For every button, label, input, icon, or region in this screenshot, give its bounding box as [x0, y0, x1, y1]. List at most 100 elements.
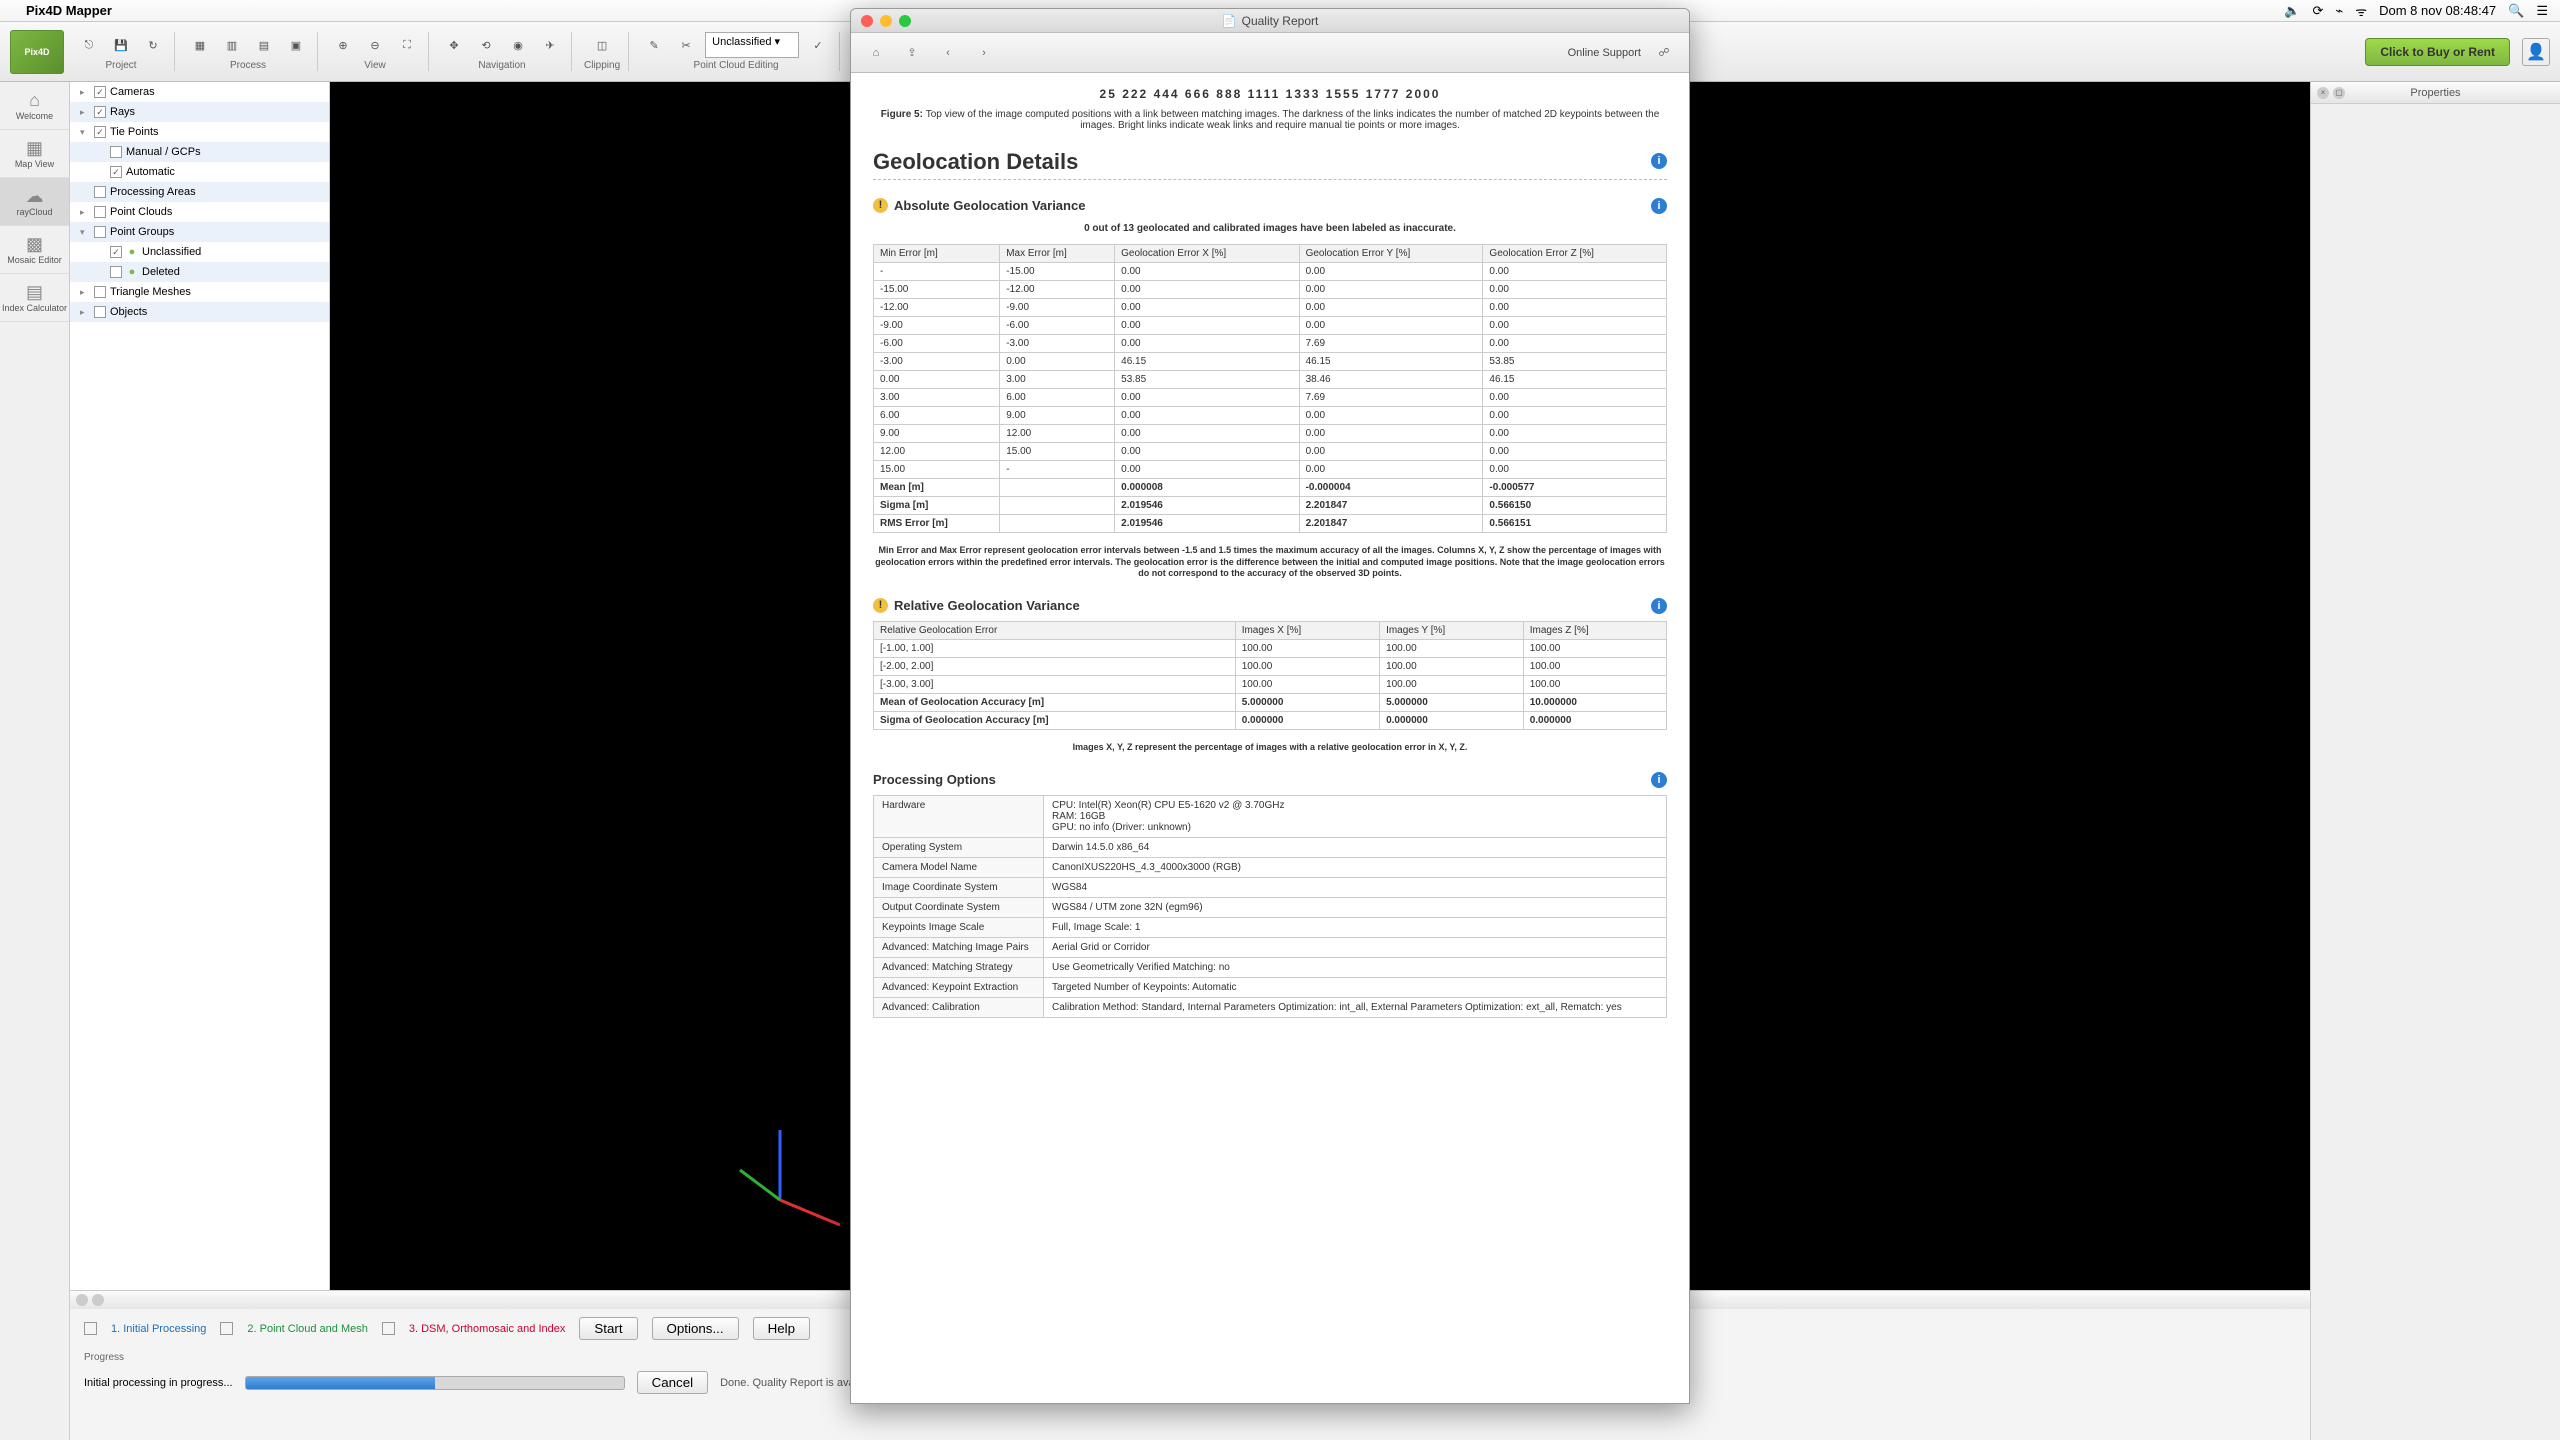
toolgroup-process: ▦ ▥ ▤ ▣ Process: [179, 32, 318, 71]
rail-mosaic[interactable]: ▩Mosaic Editor: [0, 226, 69, 274]
toolgroup-pointcloud: ✎ ✂ Unclassified ▾ ✓ Point Cloud Editing: [633, 32, 840, 71]
tree-item[interactable]: ▸Triangle Meshes: [70, 282, 329, 302]
toolgroup-clipping: ◫ Clipping: [576, 32, 629, 71]
toolgroup-navigation: ✥ ⟲ ◉ ✈ Navigation: [433, 32, 572, 71]
bar-close-icon[interactable]: [76, 1294, 88, 1306]
step2-checkbox[interactable]: [220, 1322, 233, 1335]
relative-footnote: Images X, Y, Z represent the percentage …: [873, 742, 1667, 754]
subsection-relative: !Relative Geolocation Variancei: [873, 598, 1667, 613]
tree-item[interactable]: Processing Areas: [70, 182, 329, 202]
warning-icon: !: [873, 198, 888, 213]
tool-fit-icon[interactable]: ⛶: [394, 32, 420, 58]
volume-icon[interactable]: 🔈: [2284, 3, 2300, 19]
app-name[interactable]: Pix4D Mapper: [26, 3, 112, 18]
progress-bar: [245, 1376, 625, 1390]
panel-close-icon[interactable]: ×: [2317, 87, 2329, 99]
tool-edit1-icon[interactable]: ✎: [641, 32, 667, 58]
report-toolbar: ⌂ ⇪ ‹ › Online Support ☍: [851, 33, 1689, 73]
scale-legend: 25 222 444 666 888 1111 1333 1555 1777 2…: [873, 87, 1667, 101]
tool-clip-icon[interactable]: ◫: [589, 32, 615, 58]
tool-zoomout-icon[interactable]: ⊖: [362, 32, 388, 58]
tree-item[interactable]: Manual / GCPs: [70, 142, 329, 162]
tree-item[interactable]: ✓●Unclassified: [70, 242, 329, 262]
tool-open-icon[interactable]: ⎋: [76, 32, 102, 58]
step3-label[interactable]: 3. DSM, Orthomosaic and Index: [409, 1323, 566, 1335]
rail-mapview[interactable]: ▦Map View: [0, 130, 69, 178]
tool-apply-icon[interactable]: ✓: [805, 32, 831, 58]
back-icon[interactable]: ‹: [935, 40, 961, 66]
section-geolocation: Geolocation Detailsi: [873, 149, 1667, 180]
tool-pan-icon[interactable]: ✥: [441, 32, 467, 58]
app-logo: Pix4D: [10, 30, 64, 74]
online-support-link[interactable]: Online Support: [1568, 47, 1641, 59]
start-button[interactable]: Start: [579, 1317, 637, 1340]
relative-variance-table: Relative Geolocation ErrorImages X [%]Im…: [873, 621, 1667, 730]
properties-header: ×▢ Properties: [2311, 82, 2560, 104]
panel-detach-icon[interactable]: ▢: [2333, 87, 2345, 99]
absolute-variance-table: Min Error [m]Max Error [m]Geolocation Er…: [873, 244, 1667, 533]
step3-checkbox[interactable]: [382, 1322, 395, 1335]
bar-detach-icon[interactable]: [92, 1294, 104, 1306]
processing-options-table: HardwareCPU: Intel(R) Xeon(R) CPU E5-162…: [873, 795, 1667, 1018]
tree-item[interactable]: ▾✓Tie Points: [70, 122, 329, 142]
properties-panel: ×▢ Properties: [2310, 82, 2560, 1440]
figure5-caption: Figure 5: Top view of the image computed…: [873, 109, 1667, 131]
tool-process3-icon[interactable]: ▤: [251, 32, 277, 58]
forward-icon[interactable]: ›: [971, 40, 997, 66]
absolute-note: 0 out of 13 geolocated and calibrated im…: [873, 223, 1667, 234]
menu-icon[interactable]: ☰: [2536, 3, 2548, 19]
buy-rent-button[interactable]: Click to Buy or Rent: [2365, 38, 2510, 66]
options-button[interactable]: Options...: [652, 1317, 739, 1340]
cloud-icon: ☁: [26, 186, 44, 207]
tree-item[interactable]: ▸Point Clouds: [70, 202, 329, 222]
tree-item[interactable]: ●Deleted: [70, 262, 329, 282]
support-icon[interactable]: ☍: [1651, 40, 1677, 66]
report-titlebar[interactable]: 📄Quality Report: [851, 9, 1689, 33]
tool-process2-icon[interactable]: ▥: [219, 32, 245, 58]
info-icon[interactable]: i: [1651, 153, 1667, 169]
tree-item[interactable]: ▸✓Cameras: [70, 82, 329, 102]
tool-zoomin-icon[interactable]: ⊕: [330, 32, 356, 58]
report-body[interactable]: 25 222 444 666 888 1111 1333 1555 1777 2…: [851, 73, 1689, 1403]
wifi-icon[interactable]: ᯤ: [2355, 2, 2367, 20]
help-button[interactable]: Help: [753, 1317, 810, 1340]
info-icon[interactable]: i: [1651, 598, 1667, 614]
minimize-icon[interactable]: [880, 15, 892, 27]
tool-reload-icon[interactable]: ↻: [140, 32, 166, 58]
subsection-absolute: !Absolute Geolocation Variancei: [873, 198, 1667, 213]
home-icon[interactable]: ⌂: [863, 40, 889, 66]
rail-welcome[interactable]: ⌂Welcome: [0, 82, 69, 130]
tree-item[interactable]: ▸Objects: [70, 302, 329, 322]
zoom-icon[interactable]: [899, 15, 911, 27]
spotlight-icon[interactable]: 🔍: [2508, 3, 2524, 19]
calculator-icon: ▤: [26, 282, 43, 303]
mosaic-icon: ▩: [26, 234, 43, 255]
step1-checkbox[interactable]: [84, 1322, 97, 1335]
user-icon[interactable]: 👤: [2522, 38, 2550, 66]
tool-fly-icon[interactable]: ✈: [537, 32, 563, 58]
sync-icon[interactable]: ⟳: [2312, 3, 2323, 19]
tree-item[interactable]: ▸✓Rays: [70, 102, 329, 122]
rail-raycloud[interactable]: ☁rayCloud: [0, 178, 69, 226]
export-icon[interactable]: ⇪: [899, 40, 925, 66]
tree-item[interactable]: ▾Point Groups: [70, 222, 329, 242]
rail-index[interactable]: ▤Index Calculator: [0, 274, 69, 322]
tool-edit2-icon[interactable]: ✂: [673, 32, 699, 58]
bluetooth-icon[interactable]: ⌁: [2335, 3, 2343, 19]
tree-item[interactable]: ✓Automatic: [70, 162, 329, 182]
step1-label[interactable]: 1. Initial Processing: [111, 1323, 206, 1335]
layer-tree[interactable]: ▸✓Cameras▸✓Rays▾✓Tie PointsManual / GCPs…: [70, 82, 330, 1440]
step2-label[interactable]: 2. Point Cloud and Mesh: [247, 1323, 367, 1335]
tool-process1-icon[interactable]: ▦: [187, 32, 213, 58]
tool-process4-icon[interactable]: ▣: [283, 32, 309, 58]
cancel-button[interactable]: Cancel: [637, 1371, 709, 1394]
info-icon[interactable]: i: [1651, 772, 1667, 788]
classification-dropdown[interactable]: Unclassified ▾: [705, 32, 799, 58]
close-icon[interactable]: [861, 15, 873, 27]
quality-report-window: 📄Quality Report ⌂ ⇪ ‹ › Online Support ☍…: [850, 8, 1690, 1404]
tool-orbit-icon[interactable]: ◉: [505, 32, 531, 58]
info-icon[interactable]: i: [1651, 198, 1667, 214]
tool-save-icon[interactable]: 💾: [108, 32, 134, 58]
tool-rotate-icon[interactable]: ⟲: [473, 32, 499, 58]
clock[interactable]: Dom 8 nov 08:48:47: [2379, 3, 2496, 18]
